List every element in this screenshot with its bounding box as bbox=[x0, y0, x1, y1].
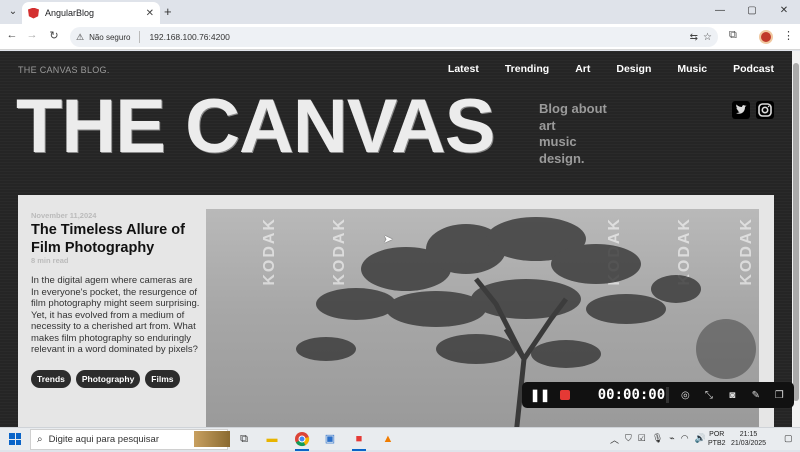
nav-latest[interactable]: Latest bbox=[448, 63, 479, 75]
post-tags: Trends Photography Films bbox=[31, 370, 180, 388]
tray-chevron-icon[interactable]: ︿ bbox=[610, 433, 619, 446]
windows-taskbar: ⌕ Digite aqui para pesquisar ⧉ ▬ ▣ ■ ▲ ︿… bbox=[0, 427, 800, 451]
window-controls: — ▢ ✕ bbox=[704, 0, 800, 22]
read-time: 8 min read bbox=[31, 256, 69, 265]
url-text[interactable]: 192.168.100.76:4200 bbox=[149, 32, 684, 42]
pen-icon[interactable]: ✎ bbox=[749, 390, 762, 401]
warning-triangle-icon: ⚠ bbox=[76, 31, 85, 42]
back-arrow-icon[interactable]: ← bbox=[4, 29, 20, 41]
reload-icon[interactable]: ↻ bbox=[46, 29, 62, 42]
angular-favicon-icon bbox=[28, 7, 39, 19]
microphone-icon[interactable]: 🎙 bbox=[652, 433, 663, 446]
nav-art[interactable]: Art bbox=[575, 63, 590, 75]
nav-trending[interactable]: Trending bbox=[505, 63, 549, 75]
translate-icon[interactable]: ⇆ bbox=[690, 32, 698, 43]
mouse-cursor-icon: ➤ bbox=[383, 232, 394, 246]
system-tray: ︿ ⛉ ☑ 🎙 ⌁ ◠ 🔊 bbox=[610, 433, 706, 446]
tagline-line: design. bbox=[539, 150, 585, 166]
taskbar-clock[interactable]: 21:15 21/03/2025 bbox=[731, 431, 766, 448]
screenshot-target-icon[interactable]: ◎ bbox=[679, 390, 692, 401]
chrome-icon[interactable] bbox=[294, 431, 310, 451]
tab-title: AngularBlog bbox=[45, 8, 95, 18]
notifications-icon[interactable]: ▢ bbox=[784, 433, 793, 444]
main-nav: Latest Trending Art Design Music Podcast bbox=[448, 63, 774, 75]
tag-films[interactable]: Films bbox=[145, 370, 180, 388]
file-explorer-icon[interactable]: ▬ bbox=[264, 431, 280, 447]
tagline-line: art bbox=[539, 117, 556, 133]
browser-tabstrip: ⌄ AngularBlog ✕ + — ▢ ✕ bbox=[0, 0, 800, 24]
vlc-icon[interactable]: ▲ bbox=[380, 431, 396, 447]
volume-icon[interactable]: 🔊 bbox=[695, 433, 706, 446]
tab-search-icon[interactable]: ⌄ bbox=[6, 5, 20, 19]
search-placeholder: Digite aqui para pesquisar bbox=[48, 434, 159, 445]
tagline-line: Blog about bbox=[539, 101, 607, 116]
language-code: POR bbox=[709, 431, 725, 438]
minimize-button[interactable]: — bbox=[704, 0, 736, 22]
post-title[interactable]: The Timeless Allure of Film Photography bbox=[31, 221, 201, 257]
input-language[interactable]: POR PTB2 bbox=[708, 431, 726, 448]
twitter-icon[interactable] bbox=[732, 101, 750, 119]
tag-photography[interactable]: Photography bbox=[75, 370, 141, 388]
close-tab-icon[interactable]: ✕ bbox=[146, 8, 154, 19]
post-excerpt: In the digital agem where cameras are In… bbox=[31, 275, 200, 355]
resize-icon[interactable]: ⤡ bbox=[702, 390, 715, 401]
not-secure-label[interactable]: Não seguro bbox=[89, 33, 130, 42]
restore-button[interactable]: ▢ bbox=[736, 0, 768, 22]
browser-tab[interactable]: AngularBlog ✕ bbox=[22, 2, 160, 24]
windows-start-icon[interactable] bbox=[9, 433, 21, 445]
checkmark-icon[interactable]: ☑ bbox=[638, 433, 646, 446]
wifi-icon[interactable]: ◠ bbox=[681, 433, 689, 446]
profile-avatar[interactable] bbox=[759, 30, 773, 44]
clock-date: 21/03/2025 bbox=[731, 439, 767, 447]
kebab-menu-icon[interactable]: ⋮ bbox=[783, 29, 794, 42]
nav-design[interactable]: Design bbox=[616, 63, 651, 75]
extensions-icon[interactable]: ⧉ bbox=[729, 29, 737, 42]
stop-record-button[interactable] bbox=[560, 390, 570, 400]
browser-toolbar: ← → ↻ ⚠ Não seguro 192.168.100.76:4200 ⇆… bbox=[0, 24, 800, 50]
keyboard-layout: PTB2 bbox=[708, 439, 726, 447]
minimize-window-icon[interactable]: ❐ bbox=[773, 390, 786, 401]
nav-music[interactable]: Music bbox=[677, 63, 707, 75]
pause-icon[interactable]: ❚❚ bbox=[530, 388, 550, 402]
screen-recorder-app-icon[interactable]: ■ bbox=[351, 431, 367, 451]
nav-podcast[interactable]: Podcast bbox=[733, 63, 774, 75]
bookmark-star-icon[interactable]: ☆ bbox=[703, 32, 712, 43]
close-window-button[interactable]: ✕ bbox=[768, 0, 800, 22]
security-icon[interactable]: ⛉ bbox=[625, 433, 632, 446]
hero-title: THE CANVAS bbox=[16, 84, 495, 169]
task-view-icon[interactable]: ⧉ bbox=[236, 431, 252, 447]
new-tab-button[interactable]: + bbox=[164, 4, 172, 19]
address-bar[interactable]: ⚠ Não seguro 192.168.100.76:4200 ⇆ ☆ bbox=[70, 27, 718, 47]
site-brand[interactable]: THE CANVAS BLOG. bbox=[18, 65, 110, 75]
remote-desktop-icon[interactable]: ▣ bbox=[322, 431, 338, 447]
tagline-line: music bbox=[539, 134, 577, 149]
camera-icon[interactable]: ◙ bbox=[726, 390, 739, 401]
site-tagline: Blog about art music design. bbox=[539, 101, 619, 167]
social-links bbox=[732, 101, 774, 119]
screen-recorder-bar: ❚❚ 00:00:00 ◎ ⤡ ◙ ✎ ❐ bbox=[522, 382, 794, 408]
instagram-icon[interactable] bbox=[756, 101, 774, 119]
post-date: November 11,2024 bbox=[31, 211, 97, 220]
recorder-divider bbox=[665, 387, 669, 403]
recording-timer: 00:00:00 bbox=[597, 387, 666, 403]
tag-trends[interactable]: Trends bbox=[31, 370, 71, 388]
clock-time: 21:15 bbox=[739, 431, 758, 438]
weather-widget-icon[interactable] bbox=[194, 431, 230, 447]
blog-page: THE CANVAS BLOG. Latest Trending Art Des… bbox=[0, 51, 792, 427]
network-icon[interactable]: ⌁ bbox=[669, 433, 674, 446]
omnibox-divider bbox=[139, 31, 141, 43]
forward-arrow-icon[interactable]: → bbox=[24, 29, 40, 41]
scrollbar-thumb[interactable] bbox=[793, 63, 799, 401]
search-icon: ⌕ bbox=[37, 434, 43, 445]
page-scrollbar[interactable] bbox=[792, 51, 800, 427]
